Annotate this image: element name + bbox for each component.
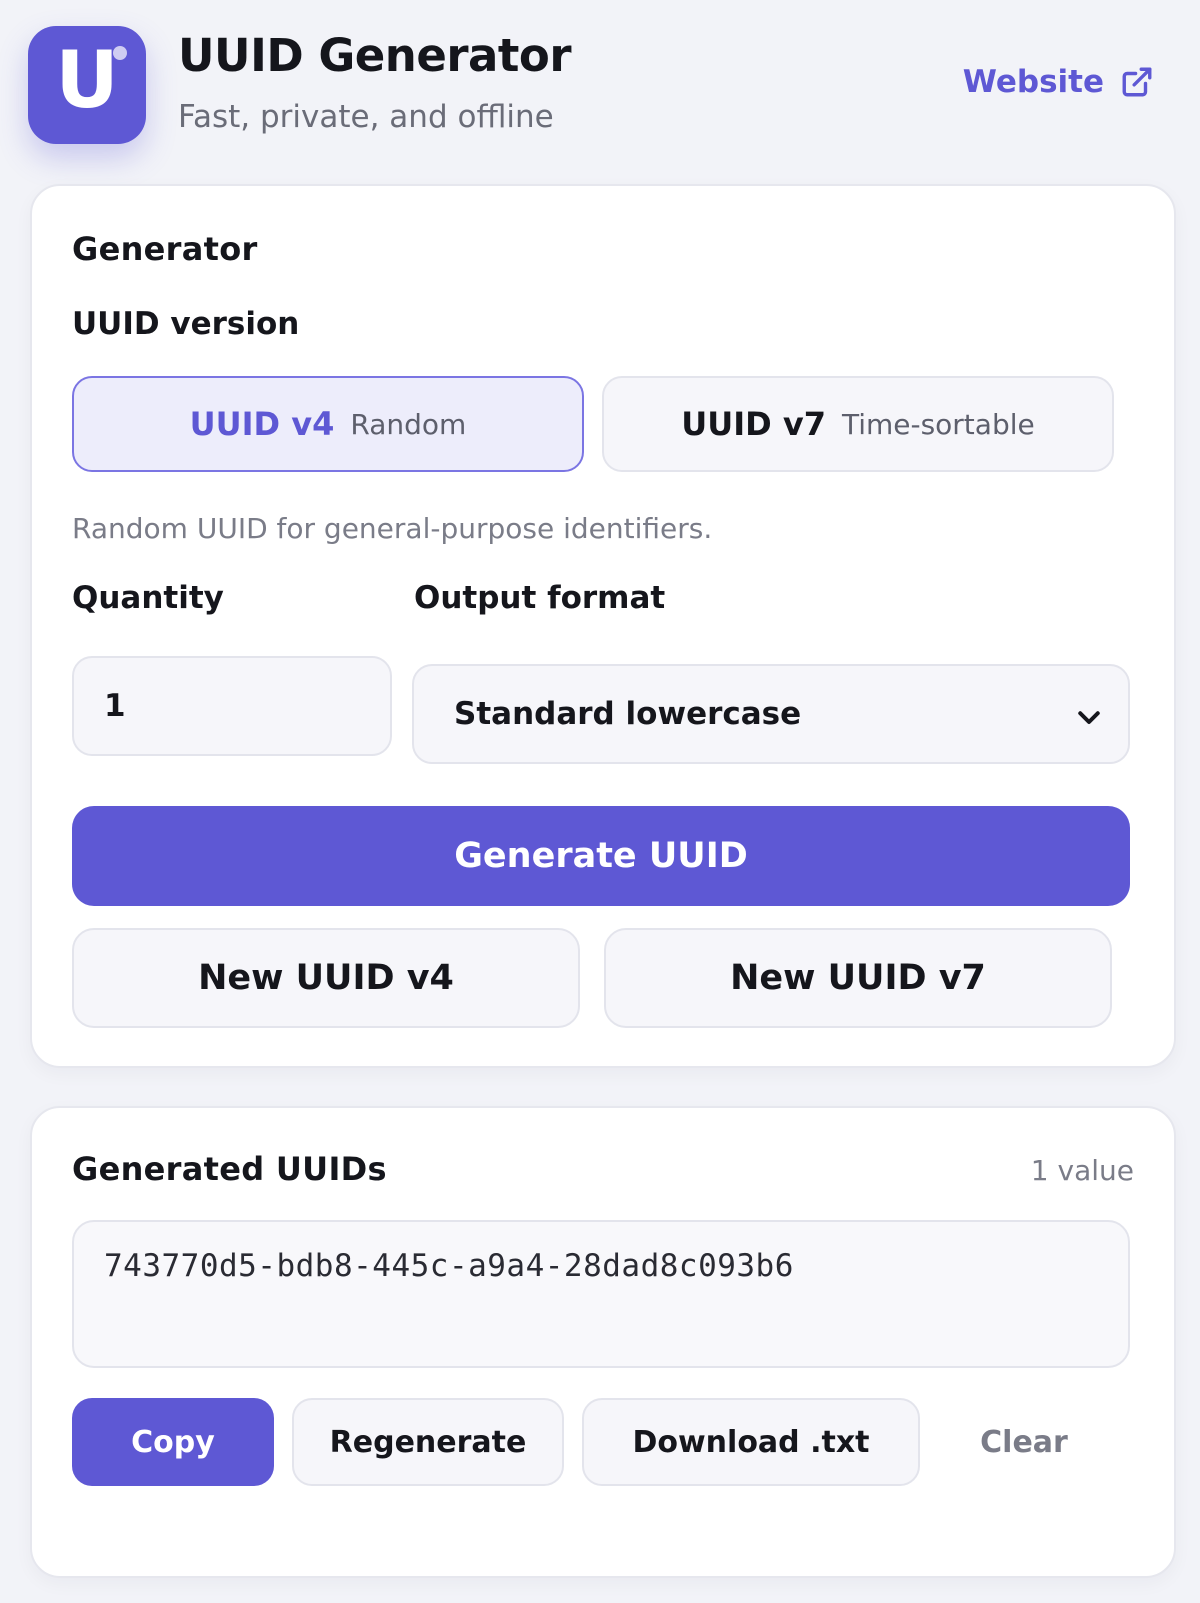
app-subtitle: Fast, private, and offline [178,99,554,135]
logo-dot [113,46,127,60]
output-format-label: Output format [414,580,666,616]
quantity-label: Quantity [72,580,224,616]
uuid-count-badge: 1 value [1030,1154,1134,1187]
version-v4-name: UUID v4 [189,405,335,443]
logo-letter: U [55,36,119,126]
copy-button[interactable]: Copy [72,1398,274,1486]
website-link[interactable]: Website [963,64,1154,100]
regenerate-button[interactable]: Regenerate [292,1398,564,1486]
version-help-text: Random UUID for general-purpose identifi… [72,512,713,545]
output-format-select[interactable]: Standard lowercase [412,664,1130,764]
download-txt-button[interactable]: Download .txt [582,1398,920,1486]
version-option-v7[interactable]: UUID v7 Time-sortable [602,376,1114,472]
quantity-input[interactable] [72,656,392,756]
new-uuid-v7-button[interactable]: New UUID v7 [604,928,1112,1028]
generated-uuids-title: Generated UUIDs [72,1150,387,1188]
generator-card: Generator UUID version UUID v4 Random UU… [30,184,1176,1068]
uuid-value: 743770d5-bdb8-445c-a9a4-28dad8c093b6 [104,1248,794,1284]
clear-button[interactable]: Clear [962,1398,1086,1486]
results-card: Generated UUIDs 1 value 743770d5-bdb8-44… [30,1106,1176,1578]
website-link-label: Website [962,64,1104,100]
version-v7-name: UUID v7 [681,405,826,443]
external-link-icon [1122,67,1152,97]
new-uuid-v4-button[interactable]: New UUID v4 [72,928,580,1028]
chevron-down-icon [1078,711,1100,724]
output-format-value: Standard lowercase [454,696,802,732]
uuid-output-area[interactable]: 743770d5-bdb8-445c-a9a4-28dad8c093b6 [72,1220,1130,1368]
generate-uuid-button[interactable]: Generate UUID [72,806,1130,906]
uuid-version-label: UUID version [72,306,300,342]
version-v4-desc: Random [350,407,467,441]
page: U UUID Generator Fast, private, and offl… [0,0,1200,1603]
app-title: UUID Generator [178,29,572,82]
version-v7-desc: Time-sortable [841,407,1035,441]
app-header: U UUID Generator Fast, private, and offl… [0,0,1200,170]
app-logo: U [28,26,146,144]
generator-title: Generator [72,230,258,268]
version-option-v4[interactable]: UUID v4 Random [72,376,584,472]
